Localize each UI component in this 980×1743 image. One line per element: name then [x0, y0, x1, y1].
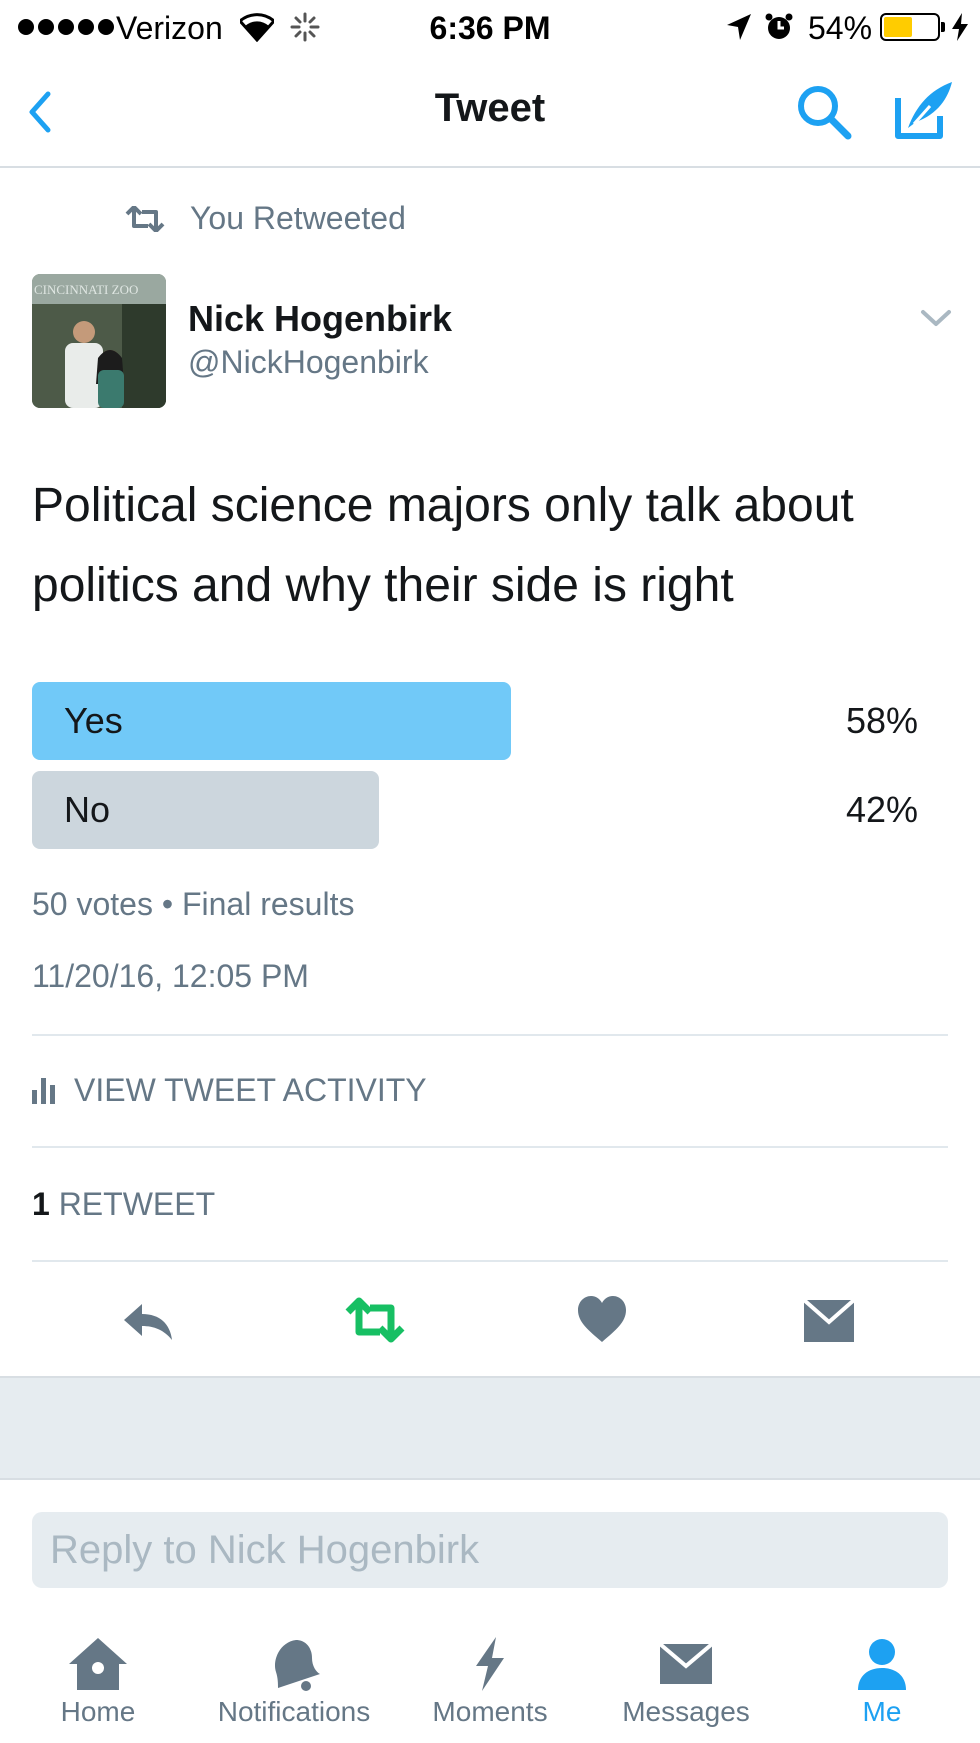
charging-bolt-icon — [952, 13, 968, 41]
poll-option-label: Yes — [64, 700, 123, 741]
tab-notifications[interactable]: Notifications — [196, 1636, 392, 1743]
poll-summary: 50 votes • Final results — [32, 886, 354, 923]
tab-label: Moments — [432, 1696, 548, 1727]
author-name[interactable]: Nick Hogenbirk — [188, 298, 452, 340]
tab-moments[interactable]: Moments — [392, 1636, 588, 1743]
avatar-photo: CINCINNATI ZOO — [32, 274, 166, 408]
tweet-text: Political science majors only talk about… — [32, 479, 854, 612]
retweet-count-label: RETWEET — [58, 1186, 216, 1222]
envelope-icon — [658, 1642, 714, 1684]
view-tweet-activity-link[interactable]: VIEW TWEET ACTIVITY — [32, 1072, 427, 1109]
alarm-clock-icon — [765, 13, 793, 39]
tweet-timestamp: 11/20/16, 12:05 PM — [32, 958, 309, 994]
reply-input[interactable] — [32, 1512, 948, 1588]
section-spacer — [0, 1376, 980, 1480]
retweet-context: You Retweeted — [124, 200, 406, 237]
navigation-bar: Tweet — [0, 56, 980, 168]
retweet-icon[interactable] — [344, 1292, 406, 1348]
bell-icon — [274, 1640, 320, 1691]
retweet-count: 1 — [32, 1186, 50, 1222]
divider — [32, 1034, 948, 1036]
divider — [32, 1146, 948, 1148]
author-handle[interactable]: @NickHogenbirk — [188, 344, 429, 381]
lightning-icon — [476, 1637, 504, 1691]
tab-label: Me — [862, 1696, 902, 1727]
tab-home[interactable]: Home — [0, 1636, 196, 1743]
poll-votes: 50 votes — [32, 886, 153, 922]
battery-tip — [941, 22, 945, 32]
poll-status: Final results — [181, 886, 355, 922]
poll-separator: • — [161, 886, 174, 922]
bar-chart-icon — [32, 1077, 55, 1104]
poll-option-yes: Yes 58% — [32, 682, 932, 760]
tab-label: Home — [60, 1696, 136, 1727]
poll-option-no: No 42% — [32, 771, 932, 849]
poll-option-label: No — [64, 789, 111, 830]
tab-label: Messages — [622, 1696, 750, 1727]
poll-option-percent: 42% — [845, 789, 918, 830]
home-icon — [69, 1638, 127, 1690]
battery-percentage: 54% — [808, 10, 873, 46]
retweet-icon — [125, 205, 165, 232]
direct-message-icon[interactable] — [800, 1292, 858, 1348]
tab-messages[interactable]: Messages — [588, 1636, 784, 1743]
tab-me[interactable]: Me — [784, 1636, 980, 1743]
like-icon[interactable] — [574, 1292, 630, 1348]
tab-label: Notifications — [217, 1696, 371, 1727]
location-arrow-icon — [727, 14, 751, 40]
reply-icon[interactable] — [120, 1292, 176, 1348]
compose-tweet-icon[interactable] — [890, 76, 958, 144]
view-tweet-activity-label: VIEW TWEET ACTIVITY — [74, 1072, 427, 1108]
poll-option-percent: 58% — [845, 700, 918, 741]
search-icon[interactable] — [792, 80, 856, 144]
divider — [32, 1260, 948, 1262]
author-avatar[interactable]: CINCINNATI ZOO — [32, 274, 166, 408]
battery-icon — [880, 13, 940, 41]
retweet-context-label: You Retweeted — [190, 200, 406, 236]
reply-box[interactable] — [32, 1512, 948, 1588]
chevron-down-icon[interactable] — [918, 306, 954, 330]
avatar-sign-text: CINCINNATI ZOO — [34, 282, 138, 297]
retweet-count-link[interactable]: 1 RETWEET — [32, 1186, 215, 1223]
status-bar: Verizon 6:36 PM 54% — [0, 0, 980, 56]
person-icon — [858, 1639, 906, 1690]
